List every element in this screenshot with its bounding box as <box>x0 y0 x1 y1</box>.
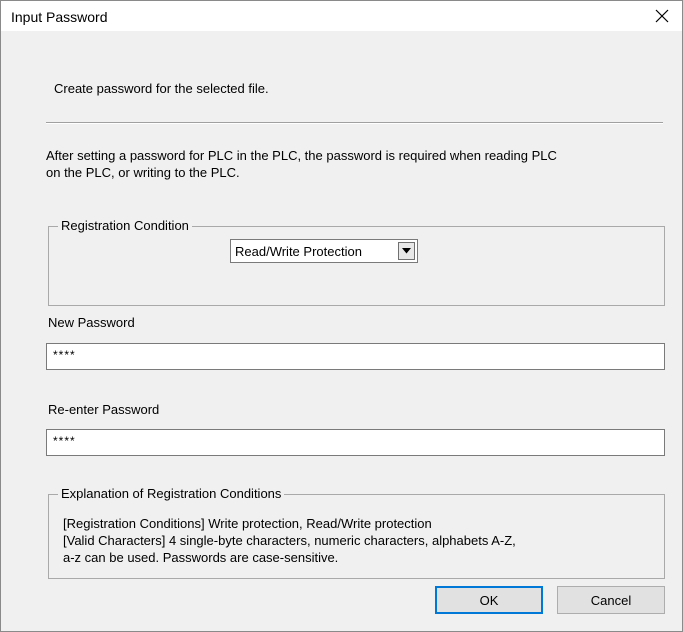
separator <box>46 122 663 124</box>
explanation-text: [Registration Conditions] Write protecti… <box>63 515 516 566</box>
title-bar: Input Password <box>1 1 682 31</box>
explanation-line-2: [Valid Characters] 4 single-byte charact… <box>63 533 516 548</box>
registration-condition-label: Registration Condition <box>58 218 192 233</box>
close-icon <box>655 9 669 23</box>
description-line-2: on the PLC, or writing to the PLC. <box>46 165 240 180</box>
description-line-1: After setting a password for PLC in the … <box>46 148 557 163</box>
description-text: After setting a password for PLC in the … <box>46 147 557 181</box>
reenter-password-label: Re-enter Password <box>48 402 160 417</box>
new-password-value: **** <box>53 348 76 362</box>
reenter-password-field[interactable]: **** <box>46 429 665 456</box>
input-password-dialog: Input Password Create password for the s… <box>0 0 683 632</box>
explanation-label: Explanation of Registration Conditions <box>58 486 285 501</box>
new-password-label: New Password <box>48 315 135 330</box>
intro-text: Create password for the selected file. <box>54 81 269 96</box>
ok-button[interactable]: OK <box>435 586 543 614</box>
registration-condition-select[interactable]: Read/Write Protection <box>230 239 418 263</box>
registration-condition-value: Read/Write Protection <box>235 244 362 259</box>
chevron-down-icon <box>402 248 411 254</box>
explanation-line-3: a-z can be used. Passwords are case-sens… <box>63 550 339 565</box>
reenter-password-value: **** <box>53 434 76 448</box>
new-password-field[interactable]: **** <box>46 343 665 370</box>
registration-condition-group <box>48 226 665 306</box>
explanation-line-1: [Registration Conditions] Write protecti… <box>63 516 432 531</box>
close-button[interactable] <box>642 1 682 31</box>
cancel-button[interactable]: Cancel <box>557 586 665 614</box>
window-title: Input Password <box>11 9 108 25</box>
dropdown-button[interactable] <box>398 242 415 260</box>
